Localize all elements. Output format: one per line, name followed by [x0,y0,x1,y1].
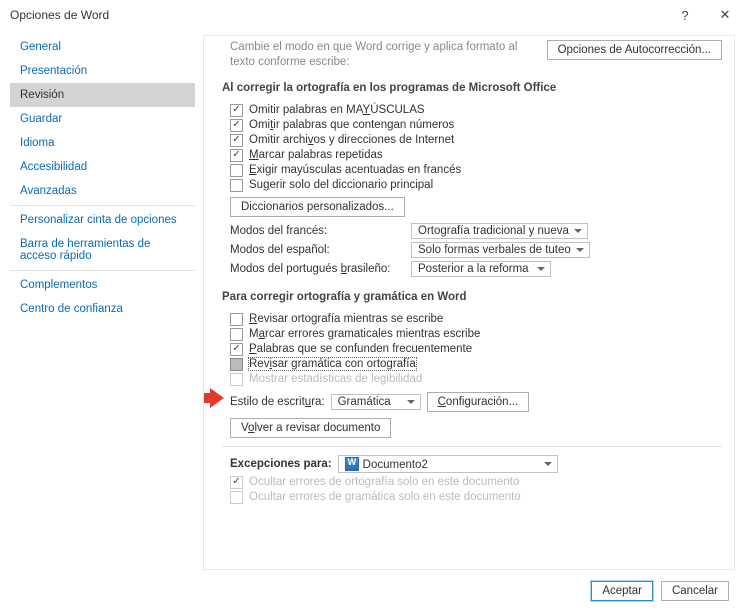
sidebar-item-presentacion[interactable]: Presentación [10,59,195,83]
checkbox-icon [230,164,243,177]
chk-spelling-as-type[interactable]: Revisar ortografía mientras se escribe [222,313,722,326]
checkbox-icon [230,119,243,132]
checkbox-icon [230,149,243,162]
chk-main-dictionary[interactable]: Sugerir solo del diccionario principal [222,179,722,192]
chk-label: Revisar gramática con ortografía [249,358,416,370]
sidebar-item-barra-acceso-rapido[interactable]: Barra de herramientas de acceso rápido [10,232,195,268]
cancel-button[interactable]: Cancelar [661,581,729,601]
chk-label: Omitir palabras que contengan números [249,119,454,131]
divider [222,446,722,447]
checkbox-icon [230,328,243,341]
exceptions-label: Excepciones para: [230,458,332,470]
sidebar-item-personalizar-cinta[interactable]: Personalizar cinta de opciones [10,208,195,232]
word-doc-icon [345,457,359,471]
footer: Aceptar Cancelar [0,570,745,612]
exceptions-document-select[interactable]: Documento2 [338,455,558,473]
chk-label: Palabras que se confunden frecuentemente [249,343,472,355]
custom-dictionaries-button[interactable]: Diccionarios personalizados... [230,197,405,217]
checkbox-icon [230,343,243,356]
titlebar: Opciones de Word ? ✕ [0,0,745,30]
writing-style-config-button[interactable]: Configuración... [427,392,530,412]
section-office-spelling: Al corregir la ortografía en los program… [222,82,722,94]
chk-french-accents[interactable]: Exigir mayúsculas acentuadas en francés [222,164,722,177]
pointer-arrow-icon [203,388,226,408]
chk-label: Revisar ortografía mientras se escribe [249,313,443,325]
checkbox-icon [230,476,243,489]
chk-label: Ocultar errores de ortografía solo en es… [249,476,519,488]
chk-label: Mostrar estadísticas de legibilidad [249,373,422,385]
lead-text: Cambie el modo en que Word corrige y apl… [222,40,537,70]
chk-readability-stats: Mostrar estadísticas de legibilidad [222,373,722,386]
chk-label: Ocultar errores de gramática solo en est… [249,491,521,503]
recheck-document-button[interactable]: Volver a revisar documento [230,418,391,438]
sidebar-item-general[interactable]: General [10,35,195,59]
checkbox-icon [230,373,243,386]
sidebar-item-accesibilidad[interactable]: Accesibilidad [10,155,195,179]
chk-label: Omitir palabras en MAYÚSCULAS [249,104,425,116]
chk-label: Marcar errores gramaticales mientras esc… [249,328,480,340]
chk-label: Omitir archivos y direcciones de Interne… [249,134,454,146]
spanish-mode-select[interactable]: Solo formas verbales de tuteo [411,242,590,258]
chk-grammar-as-type[interactable]: Marcar errores gramaticales mientras esc… [222,328,722,341]
chk-grammar-with-spelling[interactable]: Revisar gramática con ortografía [222,358,722,371]
close-button[interactable]: ✕ [705,0,745,30]
section-word-spelling: Para corregir ortografía y gramática en … [222,291,722,303]
help-button[interactable]: ? [665,0,705,30]
chk-label: Sugerir solo del diccionario principal [249,179,433,191]
chk-hide-spelling-errors: Ocultar errores de ortografía solo en es… [222,476,722,489]
french-mode-select[interactable]: Ortografía tradicional y nueva [411,223,588,239]
checkbox-icon [230,358,243,371]
chk-omit-numbers[interactable]: Omitir palabras que contengan números [222,119,722,132]
portuguese-mode-select[interactable]: Posterior a la reforma [411,261,551,277]
writing-style-label: Estilo de escritura: [230,396,325,408]
french-mode-label: Modos del francés: [230,225,405,237]
checkbox-icon [230,104,243,117]
sidebar-item-revision[interactable]: Revisión [10,83,195,107]
sidebar-item-centro-confianza[interactable]: Centro de confianza [10,297,195,321]
chk-omit-uppercase[interactable]: Omitir palabras en MAYÚSCULAS [222,104,722,117]
sidebar: General Presentación Revisión Guardar Id… [10,35,195,570]
chk-mark-repeated[interactable]: Marcar palabras repetidas [222,149,722,162]
chk-label: Exigir mayúsculas acentuadas en francés [249,164,461,176]
chk-confused-words[interactable]: Palabras que se confunden frecuentemente [222,343,722,356]
checkbox-icon [230,491,243,504]
autocorrect-options-button[interactable]: Opciones de Autocorrección... [547,40,722,60]
checkbox-icon [230,134,243,147]
writing-style-select[interactable]: Gramática [331,394,421,410]
sidebar-item-guardar[interactable]: Guardar [10,107,195,131]
sidebar-item-idioma[interactable]: Idioma [10,131,195,155]
sidebar-separator [10,205,195,206]
chk-hide-grammar-errors: Ocultar errores de gramática solo en est… [222,491,722,504]
sidebar-item-avanzadas[interactable]: Avanzadas [10,179,195,203]
portuguese-mode-label: Modos del portugués brasileño: [230,263,405,275]
ok-button[interactable]: Aceptar [591,581,653,601]
window-title: Opciones de Word [10,8,665,22]
content-panel: Cambie el modo en que Word corrige y apl… [203,35,735,570]
sidebar-item-complementos[interactable]: Complementos [10,273,195,297]
checkbox-icon [230,313,243,326]
checkbox-icon [230,179,243,192]
chk-omit-internet[interactable]: Omitir archivos y direcciones de Interne… [222,134,722,147]
chk-label: Marcar palabras repetidas [249,149,383,161]
spanish-mode-label: Modos del español: [230,244,405,256]
sidebar-separator [10,270,195,271]
